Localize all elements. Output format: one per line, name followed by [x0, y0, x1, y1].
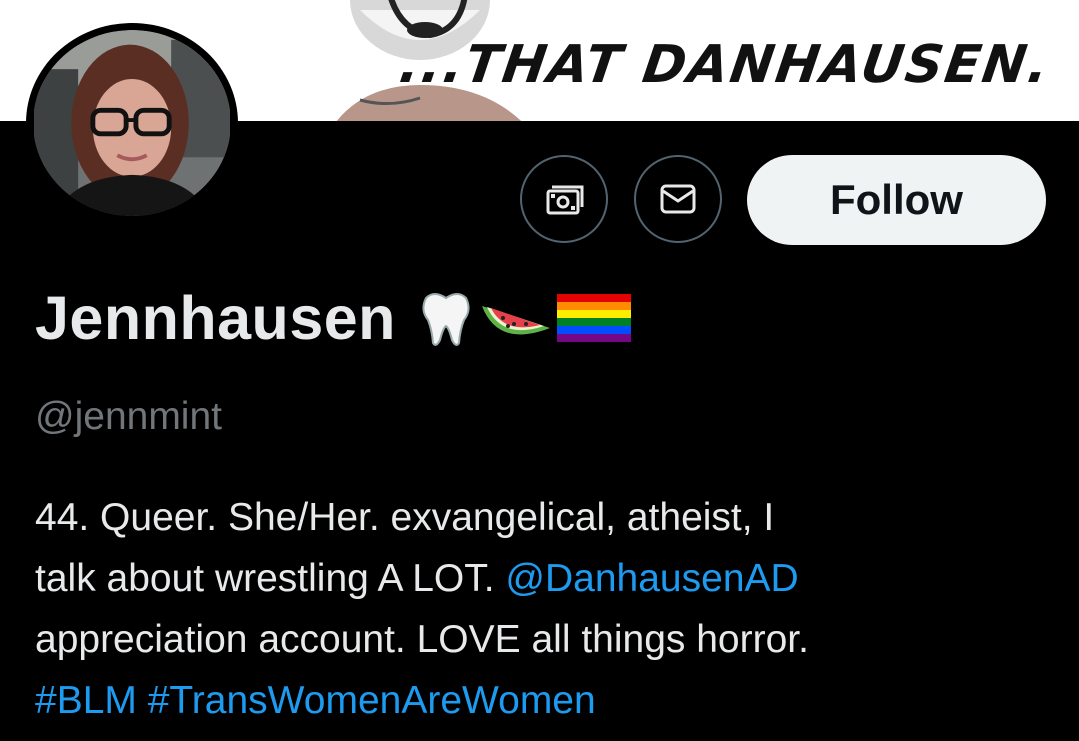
avatar[interactable] [26, 23, 238, 223]
bio-line-2-text: talk about wrestling A LOT. [35, 557, 506, 600]
banner-caption: ...THAT DANHAUSEN. [395, 35, 1055, 95]
hashtag-link-transwomen[interactable]: #TransWomenAreWomen [148, 679, 596, 722]
bio-line-4: #BLM #TransWomenAreWomen [35, 670, 1045, 731]
display-name: Jennhausen [35, 284, 396, 352]
display-name-row: Jennhausen [35, 283, 633, 353]
profile-photo-icon [34, 30, 230, 216]
bio-line-1: 44. Queer. She/Her. exvangelical, atheis… [35, 496, 775, 539]
user-handle: @jennmint [35, 395, 223, 438]
hashtag-link-blm[interactable]: #BLM [35, 679, 137, 722]
rainbow-flag-icon [556, 294, 631, 342]
envelope-icon [660, 184, 696, 214]
name-emojis [416, 288, 633, 348]
tip-button[interactable] [520, 155, 608, 243]
tooth-icon [422, 293, 470, 346]
message-button[interactable] [634, 155, 722, 243]
money-icon [546, 185, 584, 215]
bio-line-3: appreciation account. LOVE all things ho… [35, 618, 809, 661]
follow-button[interactable]: Follow [747, 155, 1046, 245]
profile-bio: 44. Queer. She/Her. exvangelical, atheis… [35, 487, 1045, 731]
mention-link[interactable]: @DanhausenAD [505, 557, 798, 600]
watermelon-icon [481, 306, 550, 335]
bio-line-2: talk about wrestling A LOT. @DanhausenAD [35, 548, 1045, 609]
